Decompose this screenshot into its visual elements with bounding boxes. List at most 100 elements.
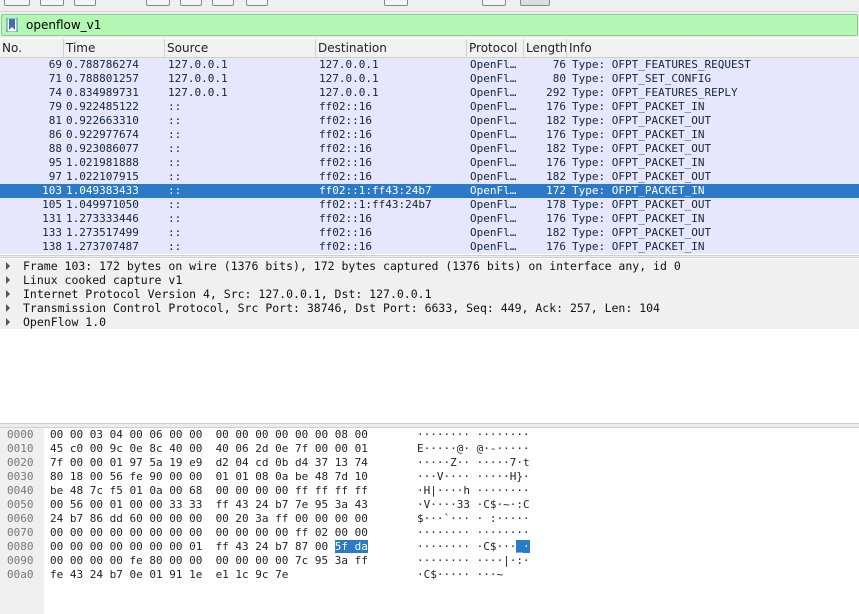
cell-destination: ff02::16 <box>319 114 372 127</box>
packet-list[interactable]: No. Time Source Destination Protocol Len… <box>0 39 859 255</box>
toolbar-button[interactable] <box>146 0 170 6</box>
cell-no: 103 <box>42 184 62 197</box>
detail-tree-item[interactable]: Transmission Control Protocol, Src Port:… <box>0 301 859 315</box>
packet-row[interactable]: 97 1.022107915:: ff02::16 OpenFl… 182 Type: O… <box>0 170 859 184</box>
toolbar-button[interactable] <box>246 0 268 6</box>
hex-bytes: 80 18 00 56 fe 90 00 00 01 01 08 0a be 4… <box>50 470 368 484</box>
hex-dump-row[interactable]: 00a0 fe 43 24 b7 0e 01 91 1e e1 1c 9c 7e ·… <box>0 568 859 582</box>
cell-protocol: OpenFl… <box>470 72 517 85</box>
cell-source: :: <box>168 114 182 127</box>
hex-dump-row[interactable]: 0020 7f 00 00 01 97 5a 19 e9 d2 04 cd 0b … <box>0 456 859 470</box>
hex-offset: 0040 <box>7 484 34 497</box>
hex-offset: 0060 <box>7 512 34 525</box>
detail-tree-item[interactable]: OpenFlow 1.0 <box>0 315 859 329</box>
ascii-bytes-text: ········ ········ <box>417 526 530 539</box>
hex-dump-row[interactable]: 0060 24 b7 86 dd 60 00 00 00 00 20 3a ff … <box>0 512 859 526</box>
toolbar-button[interactable] <box>4 0 30 6</box>
expand-arrow-icon[interactable] <box>6 304 10 312</box>
packet-row[interactable]: 74 0.834989731 127.0.0.1 127.0.0.1 OpenFl… 29… <box>0 86 859 100</box>
packet-row[interactable]: 105 1.049971050:: ff02::1:ff43:24b7 OpenFl…… <box>0 198 859 212</box>
cell-destination: ff02::16 <box>319 142 372 155</box>
cell-source: :: <box>168 128 182 141</box>
toolbar-button[interactable] <box>74 0 96 6</box>
cell-destination: ff02::16 <box>319 170 372 183</box>
hex-dump-row[interactable]: 0010 45 c0 00 9c 0e 8c 40 00 40 06 2d 0e … <box>0 442 859 456</box>
packet-row[interactable]: 79 0.922485122:: ff02::16 OpenFl… 176 Type: O… <box>0 100 859 114</box>
ascii-bytes: ·V····33 ·C$·~·:C <box>417 498 530 512</box>
packet-row[interactable]: 138 1.273707487:: ff02::16 OpenFl… 176 Type: … <box>0 240 859 254</box>
hex-dump-row[interactable]: 0030 80 18 00 56 fe 90 00 00 01 01 08 0a … <box>0 470 859 484</box>
packet-row[interactable]: 86 0.922977674:: ff02::16 OpenFl… 176 Type: O… <box>0 128 859 142</box>
column-header-destination[interactable]: Destination <box>316 39 467 58</box>
toolbar-button-active[interactable] <box>520 0 550 6</box>
toolbar-button[interactable] <box>40 0 64 6</box>
cell-time: 0.788786274 <box>66 58 139 71</box>
detail-tree-label: Internet Protocol Version 4, Src: 127.0.… <box>23 287 432 301</box>
ascii-bytes-text: ···V···· ·····H}· <box>417 470 530 483</box>
cell-source: 127.0.0.1 <box>168 86 228 99</box>
cell-length: 176 <box>546 212 566 225</box>
packet-row[interactable]: 71 0.788801257 127.0.0.1 127.0.0.1 OpenFl… 80… <box>0 72 859 86</box>
cell-source: 127.0.0.1 <box>168 72 228 85</box>
hex-dump-row[interactable]: 0000 00 00 03 04 00 06 00 00 00 00 00 00 … <box>0 428 859 442</box>
cell-time: 1.022107915 <box>66 170 139 183</box>
cell-length: 176 <box>546 128 566 141</box>
column-header-no[interactable]: No. <box>0 39 64 58</box>
cell-source: :: <box>168 212 182 225</box>
cell-source: :: <box>168 142 182 155</box>
display-filter-input[interactable]: openflow_v1 <box>1 14 858 36</box>
cell-length: 292 <box>546 86 566 99</box>
packet-row[interactable]: 69 0.788786274 127.0.0.1 127.0.0.1 OpenFl… 76… <box>0 58 859 72</box>
hex-dump-row[interactable]: 0040 be 48 7c f5 01 0a 00 68 00 00 00 00 … <box>0 484 859 498</box>
expand-arrow-icon[interactable] <box>6 290 10 298</box>
hex-bytes-text: 00 00 00 00 00 00 00 01 ff 43 24 b7 87 0… <box>50 540 335 553</box>
cell-info: Type: OFPT_PACKET_OUT <box>572 198 712 211</box>
cell-protocol: OpenFl… <box>470 142 517 155</box>
cell-info: Type: OFPT_PACKET_IN <box>572 128 705 141</box>
ascii-bytes-highlight: _· <box>516 540 530 553</box>
packet-row-selected[interactable]: 103 1.049383433:: ff02::1:ff43:24b7 OpenFl…… <box>0 184 859 198</box>
packet-row[interactable]: 81 0.922663310:: ff02::16 OpenFl… 182 Type: O… <box>0 114 859 128</box>
cell-time: 0.922977674 <box>66 128 139 141</box>
toolbar-button[interactable] <box>180 0 202 6</box>
cell-protocol: OpenFl… <box>470 240 517 253</box>
cell-no: 88 <box>48 142 62 155</box>
hex-dump-row[interactable]: 0080 00 00 00 00 00 00 00 01 ff 43 24 b7 … <box>0 540 859 554</box>
cell-no: 95 <box>48 156 62 169</box>
cell-length: 182 <box>546 226 566 239</box>
column-header-source[interactable]: Source <box>165 39 316 58</box>
expand-arrow-icon[interactable] <box>6 318 10 326</box>
expand-arrow-icon[interactable] <box>6 262 10 270</box>
packet-row[interactable]: 133 1.273517499:: ff02::16 OpenFl… 182 Type: … <box>0 226 859 240</box>
cell-time: 0.788801257 <box>66 72 139 85</box>
detail-tree-item[interactable]: Frame 103: 172 bytes on wire (1376 bits)… <box>0 259 859 273</box>
ascii-bytes-text: $···`··· · :····· <box>417 512 530 525</box>
hex-dump-row[interactable]: 0090 00 00 00 00 fe 80 00 00 00 00 00 00 … <box>0 554 859 568</box>
cell-no: 138 <box>42 240 62 253</box>
hex-offset: 0050 <box>7 498 34 511</box>
toolbar-button[interactable] <box>384 0 408 6</box>
toolbar-button[interactable] <box>482 0 506 6</box>
hex-dump-row[interactable]: 0070 00 00 00 00 00 00 00 00 00 00 00 00 … <box>0 526 859 540</box>
packet-row[interactable]: 88 0.923086077:: ff02::16 OpenFl… 182 Type: O… <box>0 142 859 156</box>
hex-dump-row[interactable]: 0050 00 56 00 01 00 00 33 33 ff 43 24 b7 … <box>0 498 859 512</box>
detail-tree-item[interactable]: Linux cooked capture v1 <box>0 273 859 287</box>
packet-row[interactable]: 95 1.021981888:: ff02::16 OpenFl… 176 Type: O… <box>0 156 859 170</box>
column-header-length[interactable]: Length <box>524 39 567 58</box>
hex-bytes: 00 00 00 00 00 00 00 00 00 00 00 00 ff 0… <box>50 526 368 540</box>
toolbar-button[interactable] <box>212 0 234 6</box>
expand-arrow-icon[interactable] <box>6 276 10 284</box>
cell-destination: 127.0.0.1 <box>319 72 379 85</box>
column-header-info[interactable]: Info <box>567 39 859 58</box>
column-header-time[interactable]: Time <box>64 39 165 58</box>
display-filter-text: openflow_v1 <box>26 18 102 32</box>
column-header-protocol[interactable]: Protocol <box>467 39 524 58</box>
cell-length: 176 <box>546 240 566 253</box>
detail-tree-item[interactable]: Internet Protocol Version 4, Src: 127.0.… <box>0 287 859 301</box>
cell-info: Type: OFPT_PACKET_IN <box>572 212 705 225</box>
cell-source: :: <box>168 184 182 197</box>
packet-row[interactable]: 131 1.273333446:: ff02::16 OpenFl… 176 Type: … <box>0 212 859 226</box>
hex-bytes-text: 00 56 00 01 00 00 33 33 ff 43 24 b7 7e 9… <box>50 498 368 511</box>
bookmark-icon[interactable] <box>6 18 18 32</box>
hex-offset: 0020 <box>7 456 34 469</box>
